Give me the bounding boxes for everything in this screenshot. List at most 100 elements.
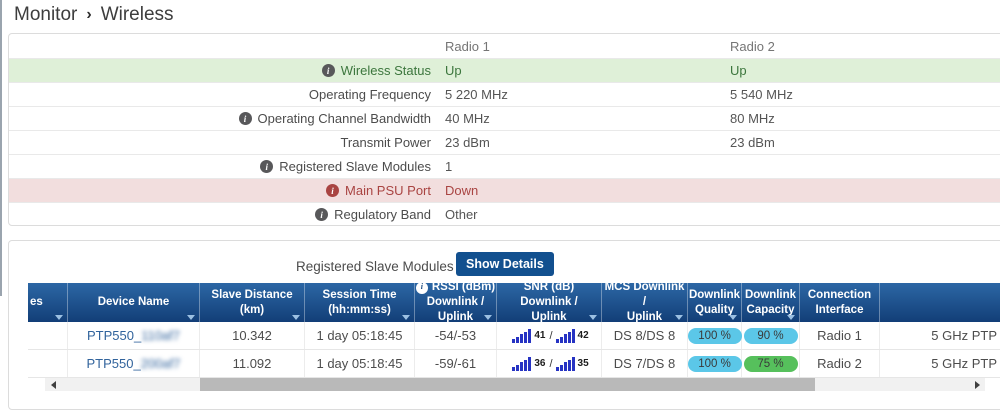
radio1-column-header: Radio 1	[445, 38, 490, 54]
status-row-label: Transmit Power	[340, 135, 431, 150]
status-radio1-value: 40 MHz	[445, 111, 490, 126]
status-radio1-value: Other	[445, 207, 478, 222]
status-row-label: Operating Frequency	[308, 87, 431, 102]
downlink-capacity-badge: 75 %	[743, 355, 798, 372]
slaves-section-title: Registered Slave Modules	[296, 259, 454, 274]
sort-arrow-icon	[484, 315, 492, 320]
scroll-right-button[interactable]	[969, 378, 985, 391]
column-header-truncated[interactable]: es	[28, 283, 68, 322]
breadcrumb-section[interactable]: Monitor	[14, 4, 77, 26]
downlink-quality-badge: 100 %	[687, 327, 742, 344]
show-details-button[interactable]: Show Details	[456, 252, 554, 276]
column-header-connection-interface: Connection Interface	[800, 283, 880, 322]
redacted-device-suffix: 110af7	[141, 328, 180, 343]
status-row-wireless-status: Wireless Status Up Up	[9, 58, 1000, 82]
breadcrumb-separator-icon: ›	[86, 6, 92, 23]
status-radio1-value: Up	[445, 63, 462, 78]
snr-uplink-value: 42	[577, 330, 589, 341]
status-radio2-value: 5 540 MHz	[730, 87, 793, 102]
column-header-device-name[interactable]: Device Name	[68, 283, 200, 322]
status-radio2-value: 80 MHz	[730, 111, 775, 126]
column-header-empty	[880, 283, 1000, 322]
signal-bars-icon	[512, 328, 532, 343]
table-row: PTP550_200af7 11.092 1 day 05:18:45 -59/…	[28, 350, 1000, 378]
mcs-cell: DS 7/DS 8	[602, 350, 688, 377]
breadcrumb: Monitor › Wireless	[14, 1, 174, 29]
status-radio2-value: 23 dBm	[730, 135, 775, 150]
slave-distance-cell: 10.342	[200, 322, 305, 349]
snr-downlink-value: 36	[534, 358, 546, 369]
status-row-operating-frequency: Operating Frequency 5 220 MHz 5 540 MHz	[9, 82, 1000, 106]
status-row-label: Registered Slave Modules	[279, 159, 431, 174]
column-header-session-time[interactable]: Session Time (hh:mm:ss)	[305, 283, 415, 322]
truncated-cell	[28, 322, 68, 349]
downlink-quality-badge: 100 %	[687, 355, 742, 372]
info-icon[interactable]	[260, 160, 274, 173]
connection-interface-cell: Radio 2	[800, 350, 880, 377]
sort-arrow-icon	[729, 315, 737, 320]
scrollbar-thumb[interactable]	[200, 378, 815, 391]
info-icon[interactable]	[238, 112, 252, 125]
snr-cell: 41 / 42	[497, 322, 602, 349]
status-row-regulatory-band: Regulatory Band Other	[9, 202, 1000, 225]
downlink-capacity-badge: 90 %	[743, 327, 798, 344]
truncated-cell	[28, 350, 68, 377]
status-radio2-value: Up	[730, 63, 747, 78]
status-row-transmit-power: Transmit Power 23 dBm 23 dBm	[9, 130, 1000, 154]
device-name-link[interactable]: PTP550_200af7	[87, 356, 181, 371]
snr-cell: 36 / 35	[497, 350, 602, 377]
status-radio1-value: 23 dBm	[445, 135, 490, 150]
status-radio1-value: 5 220 MHz	[445, 87, 508, 102]
signal-bars-icon	[512, 356, 532, 371]
info-icon[interactable]	[326, 184, 340, 197]
column-header-downlink-quality[interactable]: Downlink Quality	[688, 283, 742, 322]
table-row: PTP550_110af7 10.342 1 day 05:18:45 -54/…	[28, 322, 1000, 350]
column-header-slave-distance[interactable]: Slave Distance (km)	[200, 283, 305, 322]
sort-arrow-icon	[675, 315, 683, 320]
rssi-cell: -54/-53	[415, 322, 497, 349]
sort-arrow-icon	[187, 315, 195, 320]
info-icon	[415, 281, 428, 294]
signal-bars-icon	[555, 328, 575, 343]
snr-uplink-value: 35	[577, 358, 589, 369]
sort-arrow-icon	[55, 315, 63, 320]
status-row-label: Operating Channel Bandwidth	[257, 111, 431, 126]
sort-arrow-icon	[589, 315, 597, 320]
radio2-column-header: Radio 2	[730, 38, 775, 54]
scroll-right-arrow-icon	[974, 380, 980, 389]
connection-interface-cell: Radio 1	[800, 322, 880, 349]
slave-modules-table: es Device Name Slave Distance (km) Sessi…	[28, 281, 1000, 378]
slave-distance-cell: 11.092	[200, 350, 305, 377]
snr-separator: /	[549, 329, 553, 342]
snr-downlink-value: 41	[534, 330, 546, 341]
scroll-left-button[interactable]	[45, 378, 61, 391]
slave-table-header-row: es Device Name Slave Distance (km) Sessi…	[28, 281, 1000, 323]
column-header-mcs[interactable]: MCS Downlink / Uplink	[602, 281, 688, 323]
device-name-link[interactable]: PTP550_110af7	[87, 328, 180, 343]
horizontal-scrollbar[interactable]	[45, 378, 985, 391]
info-icon[interactable]	[321, 64, 335, 77]
signal-bars-icon	[555, 356, 575, 371]
column-header-snr[interactable]: SNR (dB) Downlink / Uplink	[497, 281, 602, 323]
snr-separator: /	[549, 357, 553, 370]
status-row-registered-slaves: Registered Slave Modules 1	[9, 154, 1000, 178]
redacted-device-suffix: 200af7	[140, 356, 181, 371]
column-header-rssi[interactable]: RSSI (dBm) Downlink / Uplink	[415, 281, 497, 323]
sidebar-edge-divider	[0, 0, 2, 296]
column-header-downlink-capacity[interactable]: Downlink Capacity	[742, 283, 800, 322]
status-row-label: Main PSU Port	[345, 183, 431, 198]
wireless-mode-cell: 5 GHz PTP	[931, 356, 997, 371]
session-time-cell: 1 day 05:18:45	[305, 322, 415, 349]
wireless-status-panel: Radio 1 Radio 2 Wireless Status Up Up Op…	[8, 33, 1000, 226]
status-row-channel-bandwidth: Operating Channel Bandwidth 40 MHz 80 MH…	[9, 106, 1000, 130]
wireless-mode-cell: 5 GHz PTP	[931, 328, 997, 343]
status-row-label: Wireless Status	[340, 63, 431, 78]
status-row-label: Regulatory Band	[334, 207, 431, 222]
status-table-header-row: Radio 1 Radio 2	[9, 34, 1000, 58]
page-title: Wireless	[100, 4, 174, 25]
session-time-cell: 1 day 05:18:45	[305, 350, 415, 377]
info-icon[interactable]	[315, 208, 329, 221]
sort-arrow-icon	[787, 315, 795, 320]
sort-arrow-icon	[292, 315, 300, 320]
registered-slaves-panel: Registered Slave Modules Show Details es…	[8, 240, 1000, 410]
